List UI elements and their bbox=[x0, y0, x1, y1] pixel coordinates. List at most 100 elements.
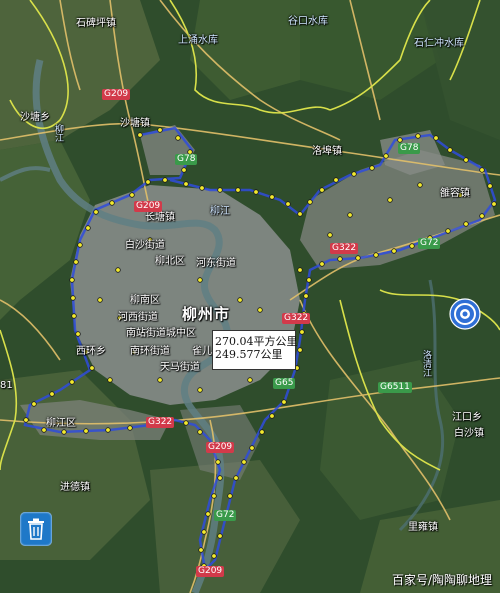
boundary-point-marker bbox=[162, 177, 168, 183]
boundary-point-marker bbox=[397, 137, 403, 143]
boundary-point-marker bbox=[137, 132, 143, 138]
boundary-point-marker bbox=[409, 243, 415, 249]
boundary-point-marker bbox=[85, 225, 91, 231]
boundary-point-marker bbox=[479, 167, 485, 173]
boundary-point-marker bbox=[199, 185, 205, 191]
place-label: 石碑坪镇 bbox=[76, 18, 116, 29]
boundary-point-marker bbox=[183, 420, 189, 426]
boundary-point-marker bbox=[93, 209, 99, 215]
boundary-point-marker bbox=[215, 459, 221, 465]
boundary-point-marker bbox=[77, 242, 83, 248]
boundary-point-marker bbox=[327, 232, 333, 238]
boundary-point-marker bbox=[299, 329, 305, 335]
boundary-point-marker bbox=[491, 201, 497, 207]
boundary-point-marker bbox=[269, 413, 275, 419]
boundary-point-marker bbox=[211, 553, 217, 559]
district-label: 城中区 bbox=[166, 328, 196, 339]
boundary-point-marker bbox=[337, 256, 343, 262]
place-label: 河西街道 bbox=[118, 312, 158, 323]
boundary-point-marker bbox=[205, 511, 211, 517]
boundary-point-marker bbox=[303, 293, 309, 299]
place-label: 南站街道 bbox=[126, 328, 166, 339]
watermark: 百家号/陶陶聊地理 bbox=[391, 573, 492, 587]
boundary-point-marker bbox=[61, 429, 67, 435]
boundary-point-marker bbox=[306, 277, 312, 283]
road-shield-g322: G322 bbox=[146, 417, 175, 428]
boundary-point-marker bbox=[217, 187, 223, 193]
satellite-map[interactable]: 石碑坪镇 上涌水库 谷口水库 石仁冲水库 沙塘乡 柳江 沙塘镇 洛埠镇 长塘镇 … bbox=[0, 0, 500, 593]
road-shield-g78: G78 bbox=[175, 154, 198, 165]
boundary-point-marker bbox=[145, 179, 151, 185]
boundary-point-marker bbox=[69, 277, 75, 283]
boundary-point-marker bbox=[175, 135, 181, 141]
boundary-point-marker bbox=[417, 182, 423, 188]
river-label: 洛清江 bbox=[421, 350, 431, 377]
trash-icon bbox=[28, 518, 44, 540]
boundary-point-marker bbox=[217, 533, 223, 539]
location-button[interactable] bbox=[448, 297, 482, 331]
area-value: 270.04平方公里 bbox=[215, 335, 298, 348]
city-label: 柳州市 bbox=[182, 305, 231, 323]
boundary-point-marker bbox=[387, 197, 393, 203]
boundary-point-marker bbox=[235, 187, 241, 193]
boundary-point-marker bbox=[211, 493, 217, 499]
boundary-point-marker bbox=[107, 377, 113, 383]
boundary-point-marker bbox=[445, 228, 451, 234]
road-shield-g65: G65 bbox=[273, 378, 296, 389]
boundary-point-marker bbox=[259, 429, 265, 435]
boundary-point-marker bbox=[285, 201, 291, 207]
place-label: 白沙镇 bbox=[454, 428, 484, 439]
boundary-point-marker bbox=[391, 248, 397, 254]
boundary-point-marker bbox=[463, 221, 469, 227]
place-label: 长塘镇 bbox=[145, 212, 175, 223]
boundary-point-marker bbox=[49, 391, 55, 397]
place-label: 进德镇 bbox=[60, 482, 90, 493]
boundary-point-marker bbox=[369, 165, 375, 171]
place-label: 白沙街道 bbox=[125, 240, 165, 251]
boundary-point-marker bbox=[23, 417, 29, 423]
boundary-point-marker bbox=[479, 213, 485, 219]
boundary-point-marker bbox=[237, 297, 243, 303]
boundary-point-marker bbox=[31, 401, 37, 407]
road-shield-g209: G209 bbox=[196, 566, 225, 577]
boundary-point-marker bbox=[247, 377, 253, 383]
boundary-point-marker bbox=[157, 377, 163, 383]
boundary-point-marker bbox=[197, 277, 203, 283]
boundary-point-marker bbox=[355, 255, 361, 261]
place-label: 天马街道 bbox=[160, 362, 200, 373]
boundary-point-marker bbox=[201, 529, 207, 535]
delete-button[interactable] bbox=[20, 512, 52, 546]
boundary-point-marker bbox=[71, 313, 77, 319]
boundary-point-marker bbox=[447, 147, 453, 153]
boundary-point-marker bbox=[319, 187, 325, 193]
boundary-point-marker bbox=[297, 211, 303, 217]
location-target-icon bbox=[449, 298, 481, 330]
boundary-point-marker bbox=[463, 157, 469, 163]
reservoir-label: 谷口水库 bbox=[288, 16, 328, 27]
place-label: 江口乡 bbox=[452, 412, 482, 423]
boundary-point-marker bbox=[183, 181, 189, 187]
boundary-point-marker bbox=[347, 212, 353, 218]
perimeter-value: 249.577公里 bbox=[215, 348, 283, 361]
place-label: 沙塘镇 bbox=[120, 118, 150, 129]
boundary-point-marker bbox=[249, 445, 255, 451]
reservoir-label: 石仁冲水库 bbox=[414, 38, 464, 49]
boundary-point-marker bbox=[73, 259, 79, 265]
boundary-point-marker bbox=[217, 475, 223, 481]
boundary-point-marker bbox=[253, 189, 259, 195]
district-label: 柳北区 bbox=[155, 256, 185, 267]
road-shield-g209: G209 bbox=[102, 89, 131, 100]
road-shield-g6511: G6511 bbox=[378, 382, 412, 393]
boundary-point-marker bbox=[129, 192, 135, 198]
boundary-point-marker bbox=[281, 399, 287, 405]
river-label: 柳江 bbox=[53, 124, 63, 142]
boundary-point-marker bbox=[233, 475, 239, 481]
boundary-point-marker bbox=[75, 331, 81, 337]
place-label: 西环乡 bbox=[76, 346, 106, 357]
place-label: 里雍镇 bbox=[408, 522, 438, 533]
place-label: 雒容镇 bbox=[440, 188, 470, 199]
boundary-point-marker bbox=[257, 307, 263, 313]
reservoir-label: 上涌水库 bbox=[178, 35, 218, 46]
boundary-point-marker bbox=[373, 252, 379, 258]
road-shield-g322: G322 bbox=[282, 313, 311, 324]
